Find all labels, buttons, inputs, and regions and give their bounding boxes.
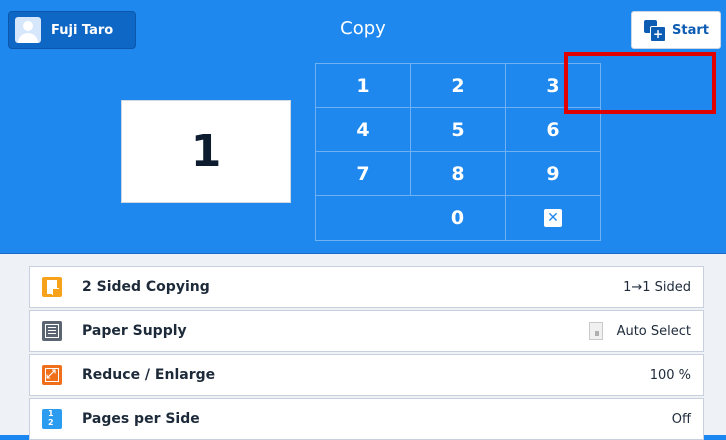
feature-label: Paper Supply [82,323,187,339]
feature-value: 100 % [649,367,691,383]
paper-supply-icon [42,321,62,341]
key-5[interactable]: 5 [411,108,506,152]
feature-value: 1→1 Sided [623,279,691,295]
key-0-label: 0 [450,207,465,229]
key-1[interactable]: 1 [316,64,411,108]
page-title: Copy [340,18,386,39]
start-label: Start [672,22,709,38]
key-2[interactable]: 2 [411,64,506,108]
paper-tray-icon [588,322,603,340]
feature-row-2-sided-copying[interactable]: 2 Sided Copying 1→1 Sided [29,266,704,308]
clear-icon: ✕ [544,209,562,227]
user-avatar-icon [15,17,41,43]
feature-label: Pages per Side [82,411,200,427]
user-name: Fuji Taro [51,22,114,38]
feature-value-wrap: Auto Select [588,322,691,340]
key-0[interactable]: 0 [316,196,506,240]
feature-label: Reduce / Enlarge [82,367,216,383]
two-sided-icon [42,277,62,297]
feature-label: 2 Sided Copying [82,279,210,295]
key-8[interactable]: 8 [411,152,506,196]
pages-per-side-icon: 1 2 [42,409,62,429]
feature-value: Auto Select [616,323,691,339]
feature-value: Off [671,411,691,427]
feature-row-reduce-enlarge[interactable]: ⤢ Reduce / Enlarge 100 % [29,354,704,396]
copies-count-display: 1 [121,100,291,203]
key-7[interactable]: 7 [316,152,411,196]
user-button[interactable]: Fuji Taro [8,11,136,49]
start-copy-icon: + [644,20,666,42]
numeric-keypad: 1 2 3 4 5 6 7 8 9 0 ✕ [315,63,601,241]
reduce-enlarge-icon: ⤢ [42,365,62,385]
key-6[interactable]: 6 [506,108,600,152]
key-4[interactable]: 4 [316,108,411,152]
key-9[interactable]: 9 [506,152,600,196]
clear-key[interactable]: ✕ [506,196,600,240]
highlight-box [564,52,716,114]
feature-row-paper-supply[interactable]: Paper Supply Auto Select [29,310,704,352]
start-button[interactable]: + Start [631,11,721,49]
